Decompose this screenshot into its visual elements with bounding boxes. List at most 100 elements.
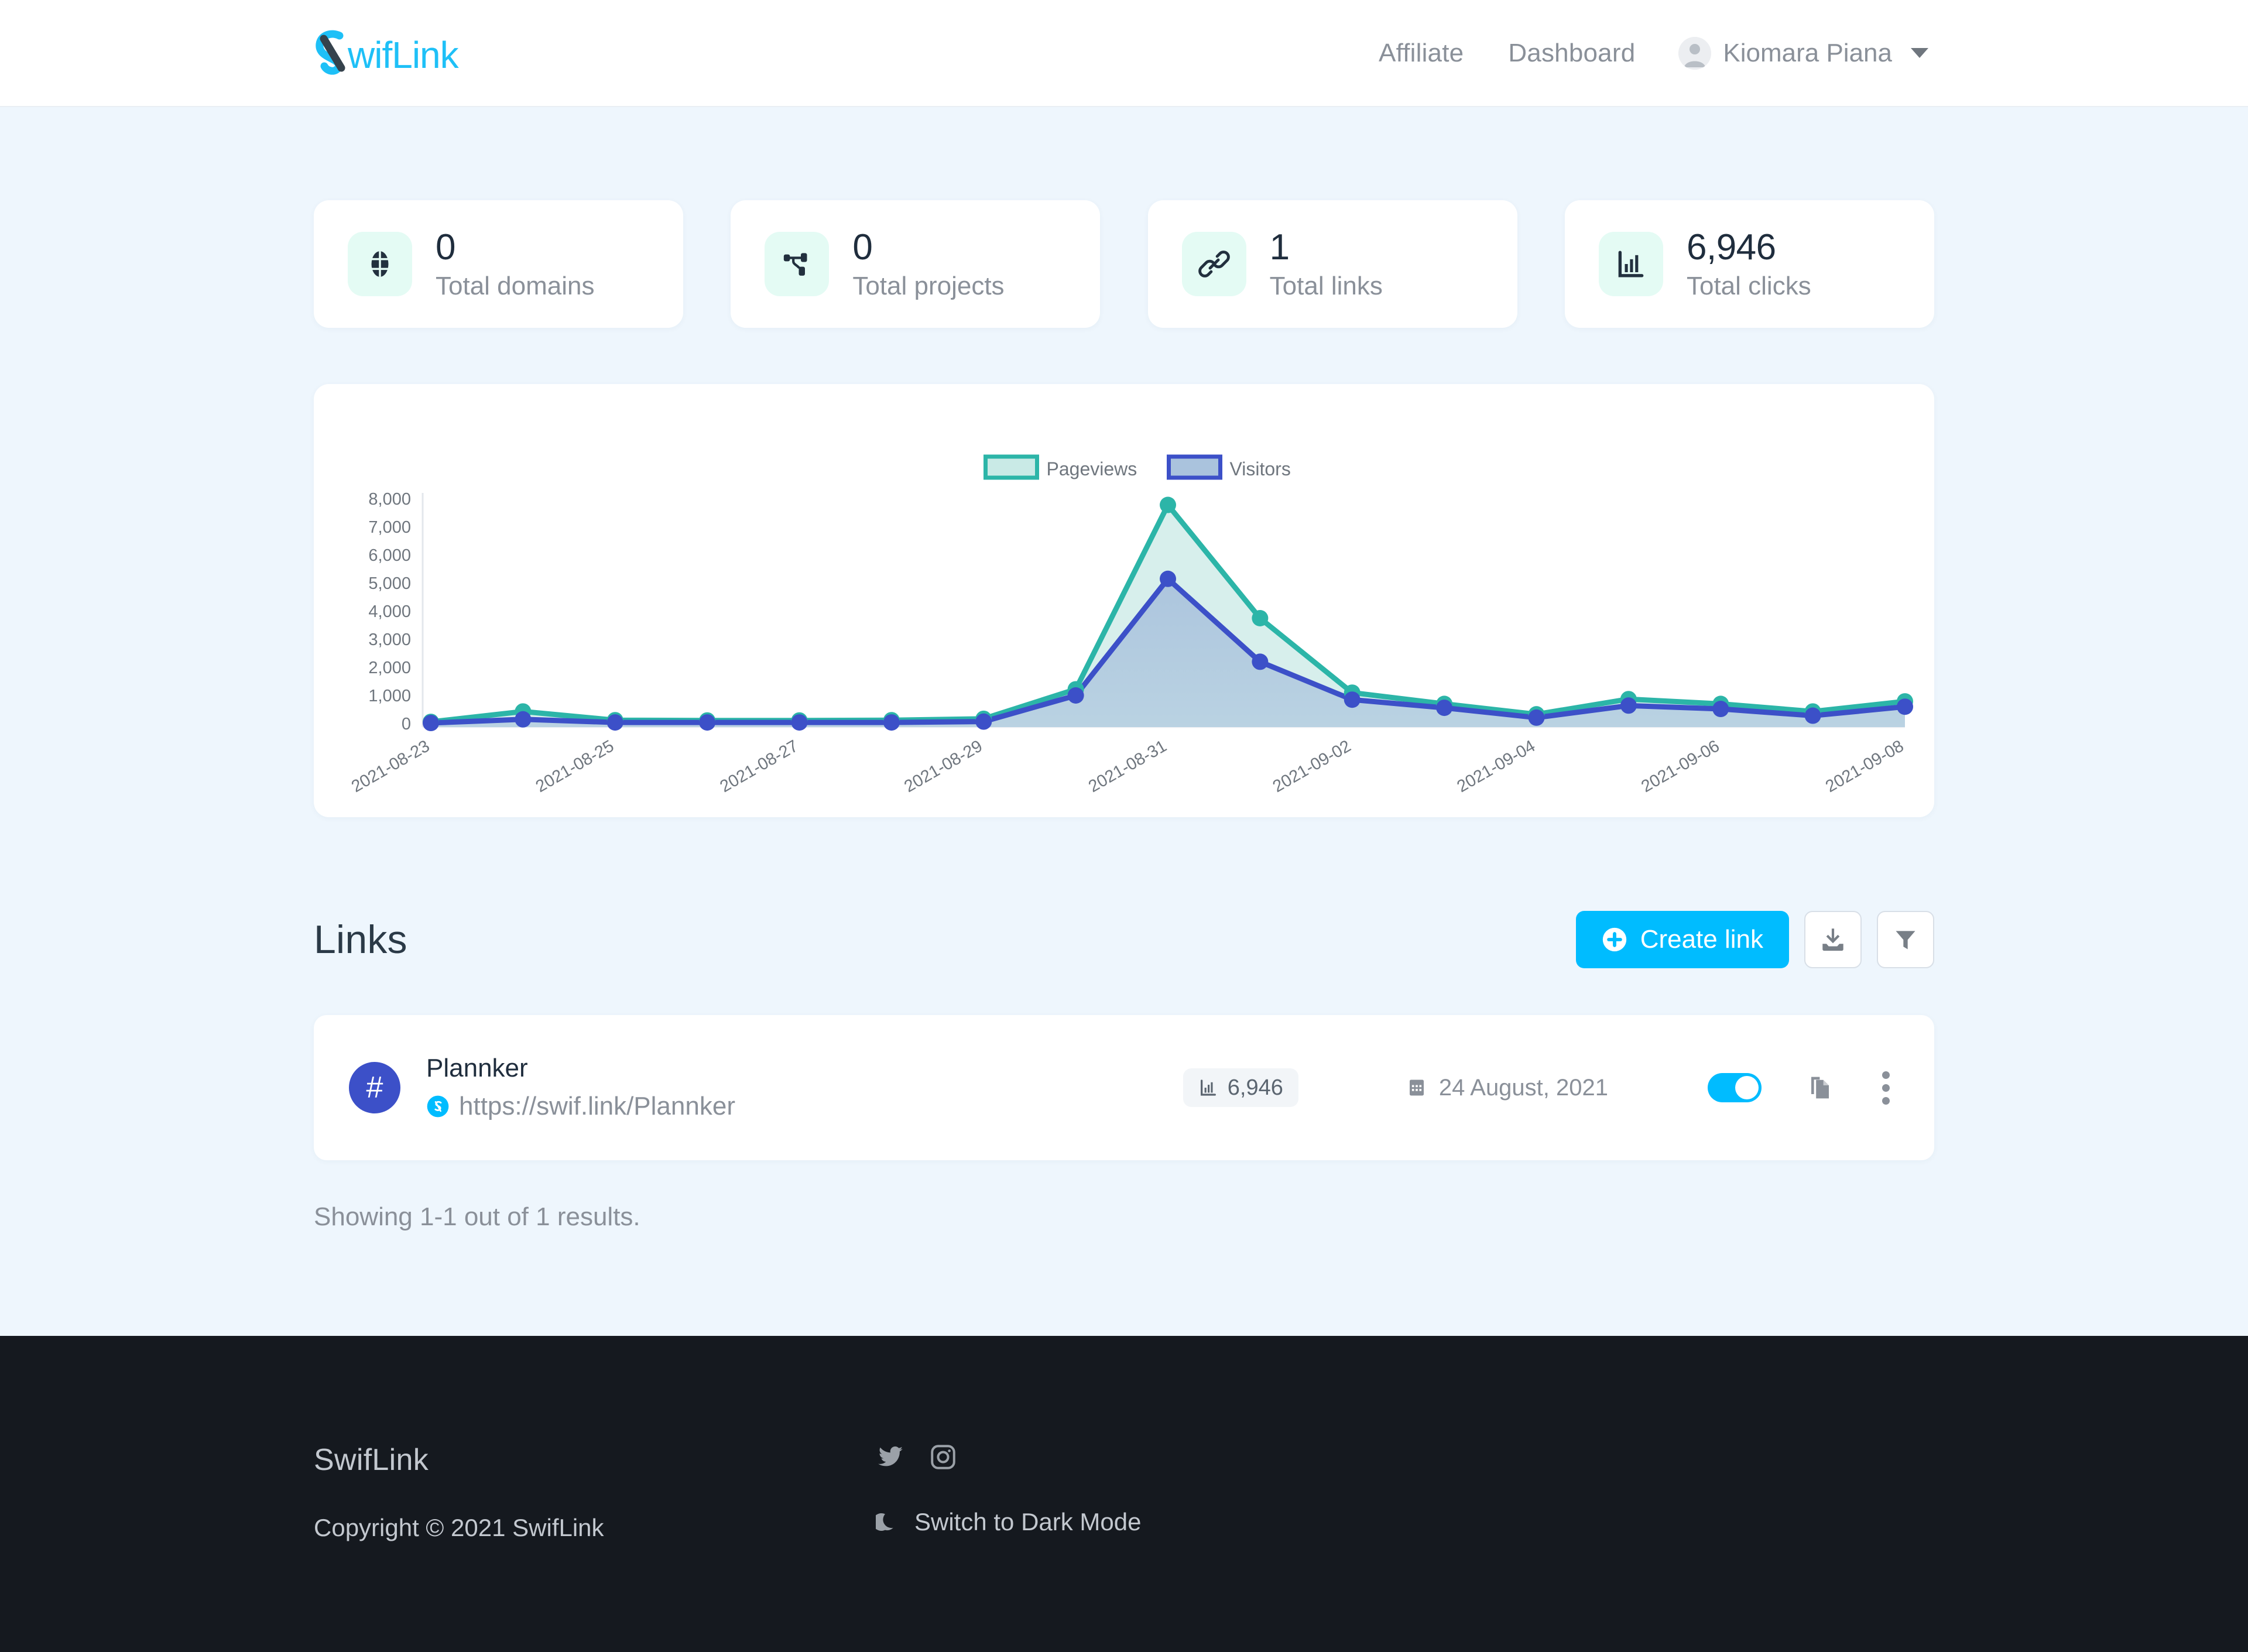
swiflink-logo[interactable]: wifLink (314, 29, 495, 77)
legend-label: Visitors (1230, 458, 1291, 479)
data-point[interactable] (883, 714, 900, 731)
kebab-menu-icon[interactable] (1879, 1068, 1893, 1108)
dark-mode-toggle[interactable]: Switch to Dark Mode (876, 1508, 1141, 1536)
dark-mode-label: Switch to Dark Mode (914, 1508, 1142, 1536)
main-content: 0 Total domains 0 Total projects 1 Total… (0, 107, 2248, 1232)
footer-copyright: Copyright © 2021 SwifLink (314, 1514, 604, 1541)
y-axis-tick: 3,000 (368, 630, 411, 649)
data-point[interactable] (1252, 653, 1269, 670)
instagram-icon[interactable] (928, 1442, 958, 1472)
download-icon (1818, 925, 1848, 954)
create-link-label: Create link (1640, 925, 1763, 954)
project-tree-icon (765, 232, 830, 296)
x-axis-tick: 2021-09-04 (1454, 736, 1538, 796)
data-point[interactable] (699, 714, 716, 731)
data-point[interactable] (1252, 610, 1269, 626)
legend-swatch (984, 454, 1039, 480)
clicks-count: 6,946 (1227, 1075, 1283, 1100)
x-axis-tick: 2021-08-27 (717, 736, 801, 796)
legend-label: Pageviews (1047, 458, 1137, 479)
filter-icon (1893, 927, 1918, 952)
data-point[interactable] (1067, 687, 1084, 704)
twitter-icon[interactable] (876, 1442, 905, 1472)
data-point[interactable] (1528, 709, 1545, 726)
created-date: 24 August, 2021 (1406, 1075, 1608, 1101)
nav-link-affiliate[interactable]: Affiliate (1356, 39, 1486, 68)
x-axis-tick: 2021-08-29 (901, 736, 985, 796)
results-summary: Showing 1-1 out of 1 results. (314, 1202, 640, 1231)
stat-card-total-domains: 0 Total domains (314, 200, 683, 328)
y-axis-tick: 1,000 (368, 687, 411, 705)
data-point[interactable] (1160, 570, 1176, 587)
site-header: wifLink Affiliate Dashboard Kiomara Pian… (0, 0, 2248, 107)
links-section-header: Links Create link (314, 911, 1934, 968)
link-row-meta: 6,946 24 August, 2021 (1183, 1068, 1893, 1108)
y-axis-tick: 0 (402, 715, 411, 734)
bar-chart-icon (1198, 1078, 1218, 1098)
stat-card-total-links: 1 Total links (1147, 200, 1517, 328)
link-title: Plannker (426, 1053, 528, 1082)
nav-link-dashboard[interactable]: Dashboard (1486, 39, 1657, 68)
page-title: Links (314, 917, 407, 962)
download-button[interactable] (1804, 911, 1862, 968)
data-point[interactable] (1344, 691, 1361, 708)
user-avatar-icon (1678, 36, 1712, 70)
main-nav: Affiliate Dashboard Kiomara Piana (1356, 36, 1934, 70)
stat-card-total-projects: 0 Total projects (731, 200, 1101, 328)
link-enabled-toggle[interactable] (1708, 1073, 1762, 1102)
x-axis-tick: 2021-08-23 (348, 736, 433, 796)
copy-icon[interactable] (1806, 1074, 1834, 1102)
status-badge: 6,946 (1183, 1068, 1298, 1107)
data-point[interactable] (791, 714, 808, 731)
site-footer: SwifLink Copyright © 2021 SwifLink Switc… (0, 1336, 2248, 1652)
toggle-knob (1735, 1076, 1759, 1099)
link-hash-avatar: # (349, 1062, 400, 1113)
link-info: Plannker https://swif.link/Plannker (426, 1054, 735, 1121)
user-menu[interactable]: Kiomara Piana (1657, 36, 1934, 70)
table-row[interactable]: # Plannker https://swif.link/Plannker 6,… (314, 1015, 1934, 1160)
data-point[interactable] (1436, 700, 1453, 717)
y-axis-tick: 7,000 (368, 518, 411, 537)
stat-label: Total links (1269, 271, 1383, 300)
data-point[interactable] (1712, 701, 1729, 718)
stat-value: 0 (852, 227, 873, 268)
plus-circle-icon (1602, 927, 1627, 952)
stat-label: Total domains (436, 271, 595, 300)
stat-label: Total projects (852, 271, 1005, 300)
social-links (876, 1442, 1141, 1472)
bar-chart-icon (1598, 232, 1663, 296)
links-actions: Create link (1575, 911, 1934, 968)
data-point[interactable] (1620, 697, 1637, 714)
y-axis-tick: 8,000 (368, 490, 411, 509)
moon-icon (876, 1510, 900, 1534)
data-point[interactable] (423, 715, 439, 732)
svg-text:wifLink: wifLink (347, 34, 460, 76)
data-point[interactable] (515, 711, 532, 728)
data-point[interactable] (606, 714, 623, 731)
data-point[interactable] (1160, 496, 1176, 513)
x-axis-tick: 2021-09-08 (1822, 736, 1907, 796)
stat-card-total-clicks: 6,946 Total clicks (1564, 200, 1934, 328)
x-axis-tick: 2021-09-06 (1638, 736, 1722, 796)
filter-button[interactable] (1877, 911, 1934, 968)
footer-brand: SwifLink (314, 1443, 429, 1477)
y-axis-tick: 5,000 (368, 574, 411, 593)
link-chain-icon (1181, 232, 1246, 296)
data-point[interactable] (1804, 707, 1821, 724)
link-url[interactable]: https://swif.link/Plannker (459, 1092, 735, 1121)
y-axis-tick: 6,000 (368, 546, 411, 565)
stat-value: 1 (1269, 227, 1290, 268)
y-axis-tick: 2,000 (368, 659, 411, 677)
y-axis-tick: 4,000 (368, 602, 411, 621)
create-link-button[interactable]: Create link (1575, 911, 1789, 968)
data-point[interactable] (975, 713, 992, 730)
stat-value: 6,946 (1686, 227, 1776, 268)
stat-label: Total clicks (1686, 271, 1811, 300)
chevron-down-icon (1911, 48, 1928, 58)
x-axis-tick: 2021-09-02 (1270, 736, 1354, 796)
pageviews-visitors-area-chart[interactable]: 0 1,000 2,000 3,000 4,000 5,000 6,000 7,000 8,00… (314, 384, 1934, 817)
stats-row: 0 Total domains 0 Total projects 1 Total… (314, 107, 1934, 328)
calendar-icon (1406, 1077, 1427, 1098)
data-point[interactable] (1897, 698, 1913, 715)
avatar (1678, 36, 1712, 70)
